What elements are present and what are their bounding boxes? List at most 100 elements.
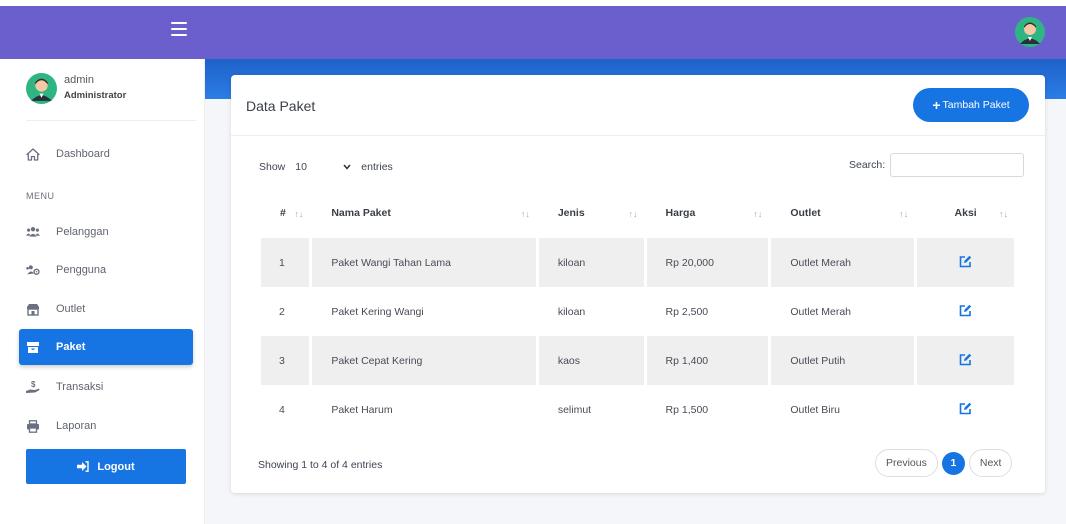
sidebar-item-label: Transaksi [56,381,104,393]
cell-no: 4 [279,403,285,416]
sidebar-item-laporan[interactable]: Laporan [26,412,193,440]
user-role: Administrator [64,90,127,101]
add-paket-label: Tambah Paket [942,99,1010,111]
sidebar-item-label: Dashboard [56,148,110,160]
table-row: 2 Paket Kering Wangi kiloan Rp 2,500 Out… [261,287,1014,336]
store-icon [26,302,40,316]
sort-icon: ↑↓ [999,209,1008,219]
hand-coin-icon: $ [26,380,40,394]
user-panel: admin Administrator [26,73,196,121]
cell-harga: Rp 20,000 [646,238,769,287]
cell-no: 2 [279,305,285,318]
entries-label: entries [361,161,393,173]
cell-nama-paket: Paket Cepat Kering [312,336,536,385]
cell-aksi [917,336,1014,385]
printer-icon [26,419,40,433]
edit-icon[interactable] [959,402,972,415]
cell-aksi [917,238,1014,287]
user-avatar-icon [26,73,57,104]
users-icon [26,225,40,239]
column-header-outlet[interactable]: Outlet ↑↓ [771,188,914,238]
cell-nama-paket: Paket Kering Wangi [331,305,424,318]
cell-no: 3 [261,336,310,385]
sidebar-item-label: Pelanggan [56,226,109,238]
entries-select[interactable]: 10 [289,156,358,178]
sidebar-item-outlet[interactable]: Outlet [26,295,193,323]
cell-harga: Rp 1,500 [665,403,709,416]
sort-icon: ↑↓ [628,209,638,219]
top-navbar [0,0,1066,59]
next-page-button[interactable]: Next [968,449,1013,477]
table-row: 1 Paket Wangi Tahan Lama kiloan Rp 20,00… [261,238,1014,287]
sidebar: admin Administrator Dashboard MENU Pelan… [0,59,205,524]
sort-icon: ↑↓ [753,209,763,219]
cell-harga: Rp 2,500 [665,305,709,318]
cell-outlet: Outlet Merah [771,238,915,287]
cell-outlet: Outlet Putih [771,336,915,385]
svg-text:$: $ [31,380,36,389]
edit-icon[interactable] [959,255,972,268]
page-title: Data Paket [246,98,316,114]
search-label: Search: [849,159,886,171]
sort-icon: ↑↓ [899,209,909,219]
sidebar-item-label: Pengguna [56,264,107,276]
sidebar-item-transaksi[interactable]: $ Transaksi [26,373,193,401]
sidebar-item-label: Laporan [56,420,97,432]
column-header-harga[interactable]: Harga ↑↓ [647,188,769,238]
table-row: 4 Paket Harum selimut Rp 1,500 Outlet Bi… [261,385,1014,434]
edit-icon[interactable] [959,353,972,366]
search-input[interactable] [890,153,1025,177]
cell-jenis: kaos [538,336,644,385]
table-search: Search: [849,153,1025,177]
table-row: 3 Paket Cepat Kering kaos Rp 1,400 Outle… [261,336,1014,385]
sort-icon: ↑↓ [520,209,530,219]
plus-icon: + [932,97,941,113]
edit-icon[interactable] [959,304,972,317]
show-label: Show [259,161,286,173]
logout-button[interactable]: Logout [26,449,186,484]
column-header-no[interactable]: # ↑↓ [261,188,309,238]
cell-jenis: kiloan [557,305,586,318]
add-paket-button[interactable]: + Tambah Paket [913,88,1029,122]
sidebar-item-pelanggan[interactable]: Pelanggan [26,218,193,246]
card-header: Data Paket + Tambah Paket [231,75,1045,136]
table-info: Showing 1 to 4 of 4 entries [258,459,383,471]
cell-aksi [917,287,1014,336]
sidebar-item-paket[interactable]: Paket [19,329,193,365]
sidebar-item-dashboard[interactable]: Dashboard [26,140,193,168]
logout-label: Logout [97,460,135,473]
cell-aksi [917,385,1014,434]
chevron-down-icon [343,161,351,173]
user-avatar-icon[interactable] [1015,17,1045,47]
cell-jenis: kiloan [538,238,644,287]
sign-out-icon [77,461,90,472]
cell-no: 1 [261,238,310,287]
table-header-row: # ↑↓ Nama Paket ↑↓ Jenis ↑↓ Harga ↑↓ Outlet ↑… [261,188,1014,238]
cell-harga: Rp 1,400 [646,336,769,385]
home-icon [26,147,40,161]
sort-icon: ↑↓ [294,209,304,219]
cell-nama-paket: Paket Wangi Tahan Lama [312,238,536,287]
cell-outlet: Outlet Biru [790,403,840,416]
users-cog-icon [26,263,40,277]
sidebar-item-label: Outlet [56,303,86,315]
previous-page-button[interactable]: Previous [875,449,938,477]
page-1-button[interactable]: 1 [941,451,965,475]
entries-select-value: 10 [295,161,307,173]
pagination: Previous 1 Next [875,449,1013,477]
user-name: admin [64,74,94,86]
cell-jenis: selimut [557,403,592,416]
data-paket-card: Data Paket + Tambah Paket Show 10 entrie… [231,75,1045,493]
cell-outlet: Outlet Merah [790,305,852,318]
entries-length-control: Show 10 entries [259,156,393,178]
paket-table: # ↑↓ Nama Paket ↑↓ Jenis ↑↓ Harga ↑↓ Outlet ↑… [258,188,1017,434]
menu-section-label: MENU [26,191,55,201]
column-header-aksi[interactable]: Aksi ↑↓ [917,188,1014,238]
cell-nama-paket: Paket Harum [331,403,393,416]
column-header-nama-paket[interactable]: Nama Paket ↑↓ [312,188,536,238]
column-header-jenis[interactable]: Jenis ↑↓ [539,188,644,238]
sidebar-item-label: Paket [56,341,86,353]
hamburger-icon[interactable] [171,22,187,36]
sidebar-item-pengguna[interactable]: Pengguna [26,256,193,284]
box-icon [26,340,40,354]
